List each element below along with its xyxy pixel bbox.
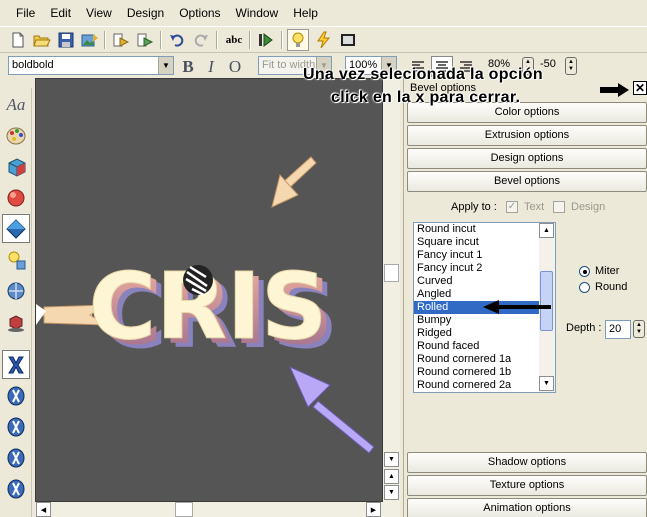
open-folder-button[interactable] xyxy=(31,29,53,51)
list-scroll-down-button[interactable]: ▼ xyxy=(539,376,554,391)
page-down-button[interactable]: ▼ xyxy=(384,485,399,500)
texture-options-button[interactable]: Texture options xyxy=(407,475,647,496)
design-canvas[interactable]: CRIS CRIS CRIS xyxy=(35,78,383,502)
apply-text-label: Text xyxy=(524,201,545,213)
depth-stepper[interactable]: ▲ ▼ xyxy=(633,320,645,338)
insert-text-button[interactable] xyxy=(110,29,132,51)
outline-button[interactable]: O xyxy=(224,56,246,77)
list-scroll-up-button[interactable]: ▲ xyxy=(539,223,554,238)
animation-frame-4-icon[interactable] xyxy=(2,474,30,503)
list-item[interactable]: Round incut xyxy=(414,223,539,236)
main-toolbar: abc ▼ xyxy=(0,26,647,71)
round-radio[interactable] xyxy=(579,282,590,293)
instruction-text-line-1: Una vez selecionada la opción xyxy=(303,66,543,83)
canvas-vertical-scrollbar[interactable]: ▼ ▲ ▼ xyxy=(383,78,400,502)
list-item[interactable]: Round cornered 1b xyxy=(414,366,539,379)
bevel-options-button[interactable]: Bevel options xyxy=(407,171,647,192)
spacing-stepper[interactable]: ▲ ▼ xyxy=(565,57,577,75)
menu-edit[interactable]: Edit xyxy=(44,0,80,26)
menu-window[interactable]: Window xyxy=(230,0,288,26)
lightbulb-icon[interactable] xyxy=(287,29,309,51)
lilac-arrow-bottom xyxy=(289,366,375,454)
menu-bar: File Edit View Design Options Window Hel… xyxy=(0,0,647,26)
list-item[interactable]: Round cornered 1a xyxy=(414,353,539,366)
bevel-tool-icon[interactable] xyxy=(2,214,30,243)
scroll-left-button[interactable]: ◀ xyxy=(36,502,51,517)
text-font-icon[interactable]: Aa xyxy=(2,90,30,119)
new-file-button[interactable] xyxy=(7,29,29,51)
scroll-right-button[interactable]: ▶ xyxy=(366,502,381,517)
list-item[interactable]: Round faced xyxy=(414,340,539,353)
extrusion-cube-icon[interactable] xyxy=(2,152,30,181)
list-item[interactable]: Ridged xyxy=(414,327,539,340)
scroll-down-button[interactable]: ▼ xyxy=(384,452,399,467)
depth-label: Depth : xyxy=(566,322,602,334)
font-select[interactable]: boldbold ▼ xyxy=(8,56,174,75)
apply-text-checkbox[interactable]: ✓ xyxy=(506,201,518,213)
insert-design-button[interactable] xyxy=(134,29,156,51)
canvas-artwork: CRIS CRIS CRIS xyxy=(36,156,375,454)
display-mode-button[interactable] xyxy=(337,29,359,51)
arrow-right-icon xyxy=(600,83,629,97)
sphere-design-icon[interactable] xyxy=(2,183,30,212)
depth-input[interactable]: 20 xyxy=(605,320,631,339)
lightning-effects-button[interactable] xyxy=(312,29,334,51)
list-item[interactable]: Round cornered 2a xyxy=(414,379,539,392)
italic-button[interactable]: I xyxy=(200,56,222,77)
peach-arrow-top xyxy=(271,156,317,208)
menu-help[interactable]: Help xyxy=(287,0,327,26)
undo-button[interactable] xyxy=(166,29,188,51)
animation-frame-1-icon[interactable] xyxy=(2,381,30,410)
round-label: Round xyxy=(595,281,628,293)
canvas-horizontal-scrollbar[interactable]: ◀ ▶ xyxy=(35,502,400,517)
list-item[interactable]: Square incut xyxy=(414,236,539,249)
animation-x-icon[interactable] xyxy=(2,350,30,379)
extrusion-options-button[interactable]: Extrusion options xyxy=(407,125,647,146)
miter-radio[interactable] xyxy=(579,266,590,277)
list-item[interactable]: Fancy incut 2 xyxy=(414,262,539,275)
shadow-cube-icon[interactable] xyxy=(2,307,30,336)
play-animation-button[interactable] xyxy=(255,29,277,51)
animation-options-button[interactable]: Animation options xyxy=(407,498,647,517)
list-item[interactable]: Bumpy xyxy=(414,314,539,327)
horizontal-scroll-thumb[interactable] xyxy=(175,502,193,517)
font-select-value: boldbold xyxy=(12,59,54,71)
menu-design[interactable]: Design xyxy=(121,0,173,26)
list-item[interactable]: Curved xyxy=(414,275,539,288)
chevron-down-icon: ▼ xyxy=(158,57,173,74)
pointer-arrow-icon xyxy=(483,300,551,314)
miter-label: Miter xyxy=(595,265,620,277)
instruction-text-line-2: click en la x para cerrar. xyxy=(331,89,521,106)
apply-design-checkbox[interactable] xyxy=(553,201,565,213)
menu-options[interactable]: Options xyxy=(173,0,229,26)
animation-frame-3-icon[interactable] xyxy=(2,443,30,472)
apply-design-label: Design xyxy=(571,201,606,213)
bold-button[interactable]: B xyxy=(177,56,199,77)
animation-frame-2-icon[interactable] xyxy=(2,412,30,441)
texture-sphere-icon[interactable] xyxy=(2,276,30,305)
spell-check-button[interactable]: abc xyxy=(223,29,245,51)
list-item[interactable]: Fancy incut 1 xyxy=(414,249,539,262)
export-image-button[interactable] xyxy=(79,29,101,51)
save-button[interactable] xyxy=(55,29,77,51)
menu-view[interactable]: View xyxy=(80,0,121,26)
page-up-button[interactable]: ▲ xyxy=(384,469,399,484)
apply-to-label: Apply to : xyxy=(451,201,497,213)
color-palette-icon[interactable] xyxy=(2,121,30,150)
vertical-scroll-thumb[interactable] xyxy=(384,264,399,282)
redo-button[interactable] xyxy=(190,29,212,51)
shadow-options-button[interactable]: Shadow options xyxy=(407,452,647,473)
lighting-icon[interactable] xyxy=(2,245,30,274)
menu-file[interactable]: File xyxy=(10,0,44,26)
zebra-disc-ornament xyxy=(183,265,213,297)
tool-palette: Aa xyxy=(0,88,32,517)
close-icon[interactable]: ✕ xyxy=(633,81,647,95)
design-options-button[interactable]: Design options xyxy=(407,148,647,169)
